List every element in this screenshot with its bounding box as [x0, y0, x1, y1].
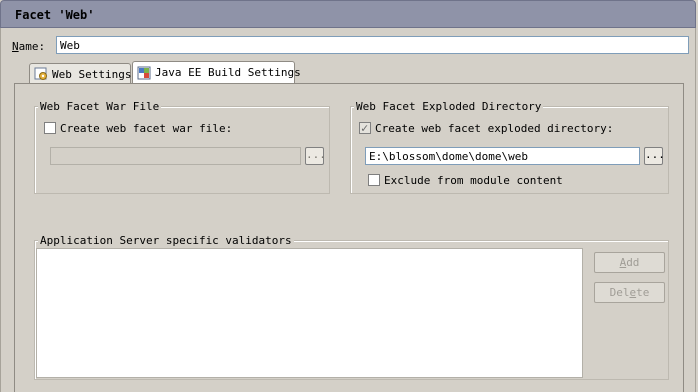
checkmark-icon: ✓ [361, 121, 369, 135]
delete-button[interactable]: Delete [594, 282, 665, 303]
validators-list[interactable] [36, 248, 583, 378]
exploded-directory-group-title: Web Facet Exploded Directory [354, 100, 544, 113]
exploded-browse-button[interactable]: ... [644, 147, 665, 165]
exploded-directory-path-input[interactable]: E:\blossom\dome\dome\web [365, 147, 640, 165]
validators-group-title: Application Server specific validators [38, 234, 294, 247]
add-button[interactable]: Add [594, 252, 665, 273]
war-file-path-input[interactable] [50, 147, 301, 165]
java-ee-build-icon [137, 66, 151, 80]
web-settings-icon [34, 67, 47, 80]
tab-web-settings-label: Web Settings [52, 68, 132, 81]
window-titlebar: Facet 'Web' [0, 0, 696, 28]
war-browse-button[interactable]: ... [305, 147, 326, 165]
tab-java-ee-build-settings-label: Java EE Build Settings [155, 66, 301, 79]
tab-web-settings[interactable]: Web Settings [29, 63, 131, 85]
exclude-from-module-checkbox[interactable] [368, 174, 380, 186]
war-file-group-title: Web Facet War File [38, 100, 162, 113]
create-war-checkbox[interactable] [44, 122, 56, 134]
create-war-label: Create web facet war file: [60, 122, 233, 135]
create-exploded-checkbox[interactable]: ✓ [359, 121, 371, 135]
tab-java-ee-build-settings[interactable]: Java EE Build Settings [132, 61, 301, 85]
window-title: Facet 'Web' [15, 8, 95, 22]
exclude-from-module-label: Exclude from module content [384, 174, 563, 187]
name-input[interactable]: Web [56, 36, 689, 54]
name-label: Name: [12, 40, 46, 53]
create-exploded-label: Create web facet exploded directory: [375, 122, 614, 135]
